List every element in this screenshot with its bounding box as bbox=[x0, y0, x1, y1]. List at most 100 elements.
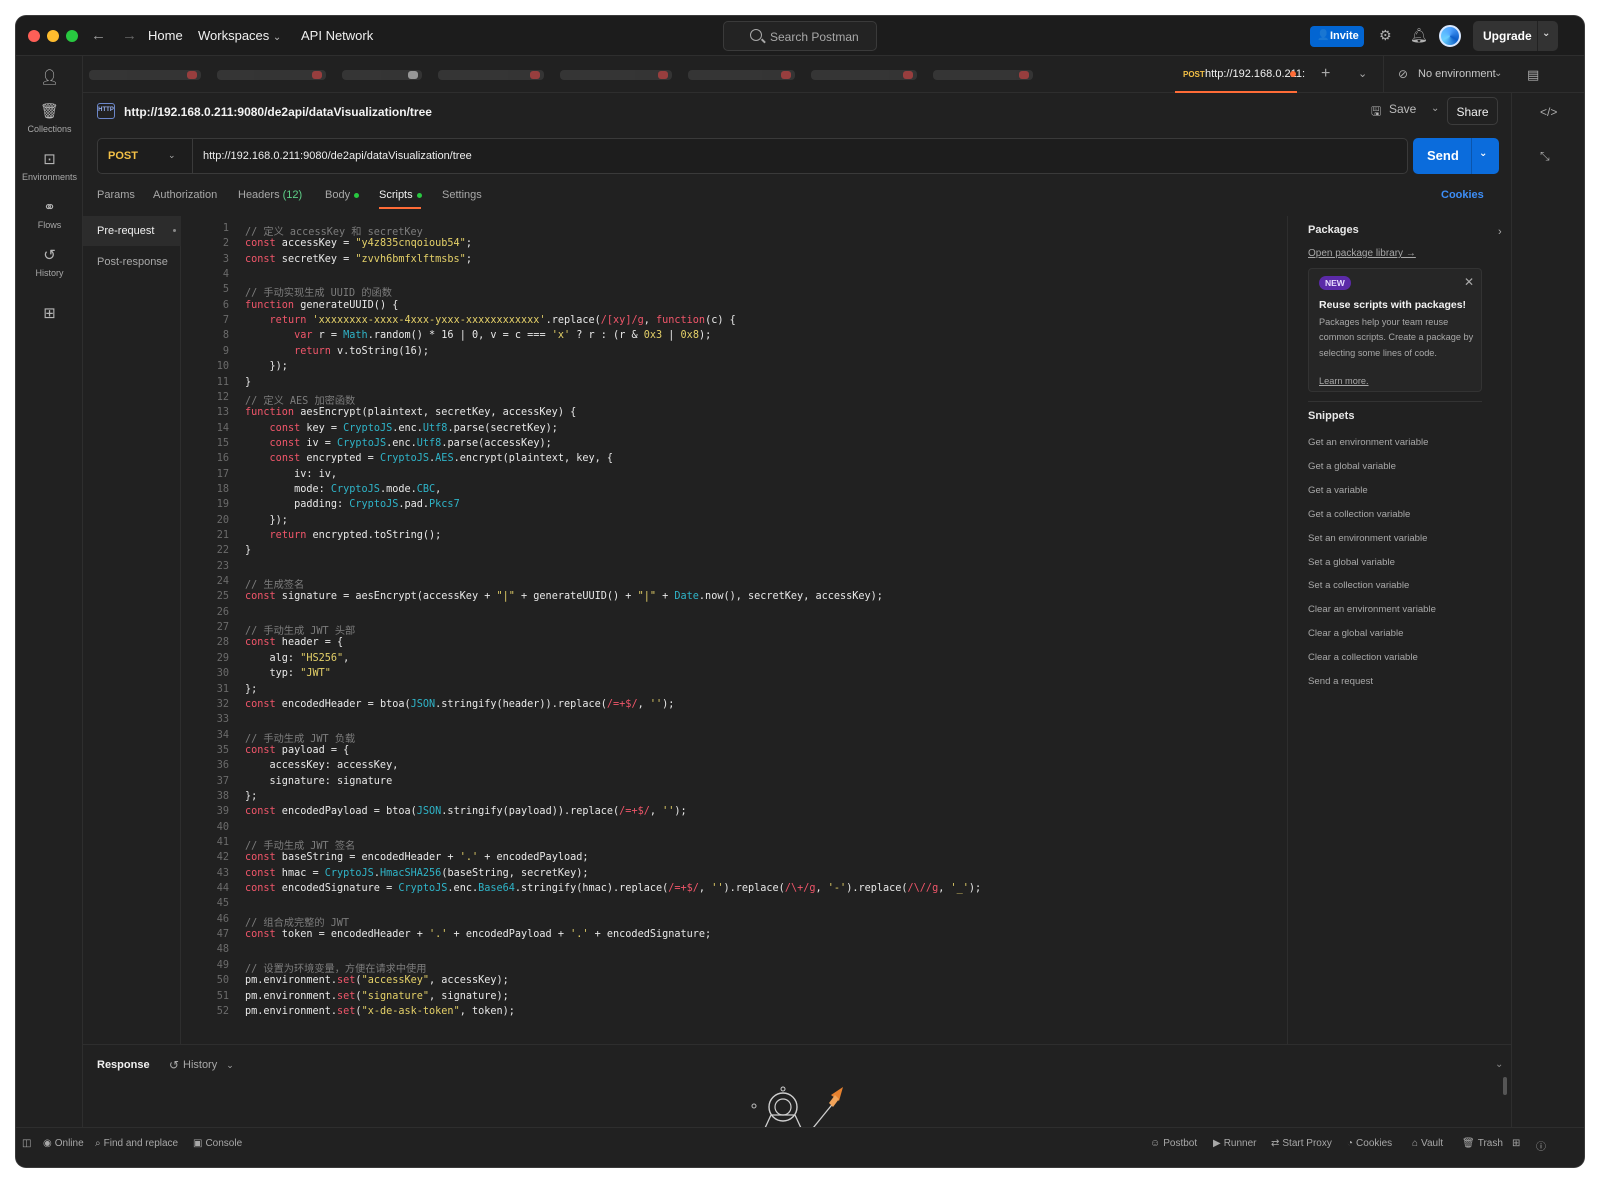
share-button[interactable]: Share bbox=[1447, 97, 1498, 125]
vault-button[interactable]: ⌂ Vault bbox=[1412, 1138, 1443, 1149]
upgrade-button[interactable]: Upgrade ⌄ bbox=[1473, 21, 1558, 51]
send-button[interactable]: Send ⌄ bbox=[1413, 138, 1499, 174]
snippet-item[interactable]: Get a collection variable bbox=[1308, 509, 1410, 520]
save-button[interactable]: 🖫 Save bbox=[1371, 102, 1416, 118]
user-avatar[interactable] bbox=[1439, 25, 1461, 47]
home-link[interactable]: Home bbox=[148, 28, 183, 43]
response-history-dropdown[interactable]: ↺ History ⌄ bbox=[169, 1058, 234, 1072]
code-token: "|" bbox=[637, 591, 656, 603]
related-collections-icon[interactable]: ⤡ bbox=[1540, 149, 1550, 164]
url-input[interactable] bbox=[203, 150, 1383, 162]
environment-selector[interactable]: ⊘ No environment ⌄ bbox=[1383, 56, 1513, 93]
forward-arrow-icon[interactable]: → bbox=[122, 27, 137, 44]
tab-obscured-marker bbox=[658, 71, 668, 79]
code-token: "zvvh6bmfxlftmsbs" bbox=[355, 253, 466, 265]
snippet-item[interactable]: Clear a collection variable bbox=[1308, 652, 1418, 663]
back-arrow-icon[interactable]: ← bbox=[91, 27, 106, 44]
request-title[interactable]: http://192.168.0.211:9080/de2api/dataVis… bbox=[124, 105, 432, 119]
toggle-sidebar-icon[interactable]: ◫ bbox=[22, 1138, 31, 1149]
runner-button[interactable]: ▶ Runner bbox=[1213, 1138, 1257, 1149]
trash-button[interactable]: 🗑︎ Trash bbox=[1462, 1138, 1503, 1149]
tab-headers[interactable]: Headers (12) bbox=[238, 189, 302, 201]
invite-button[interactable]: 👤 Invite bbox=[1310, 26, 1364, 47]
chevron-down-icon[interactable]: ⌄ bbox=[1479, 148, 1487, 159]
api-network-link[interactable]: API Network bbox=[301, 28, 373, 43]
snippet-item[interactable]: Get an environment variable bbox=[1308, 437, 1429, 448]
code-editor[interactable]: 1 // 定义 accessKey 和 secretKey 2 const acces… bbox=[181, 223, 1286, 1023]
method-select[interactable]: POST ⌄ bbox=[98, 139, 193, 173]
snippet-item[interactable]: Clear an environment variable bbox=[1308, 604, 1436, 615]
response-title[interactable]: Response bbox=[97, 1059, 150, 1071]
tab-body[interactable]: Body bbox=[325, 189, 360, 201]
help-icon[interactable]: ⓘ bbox=[1536, 1138, 1546, 1153]
sidebar-item-collections[interactable]: 🗑︎ Collections bbox=[16, 102, 83, 134]
tab-obscured[interactable] bbox=[438, 70, 544, 80]
code-snippet-icon[interactable]: </> bbox=[1540, 105, 1557, 119]
code-token: r = bbox=[312, 330, 344, 342]
open-package-library-link[interactable]: Open package library → bbox=[1308, 248, 1416, 259]
new-tab-plus-icon[interactable]: + bbox=[1321, 65, 1330, 83]
snippet-item[interactable]: Get a variable bbox=[1308, 485, 1368, 496]
line-number: 43 bbox=[216, 867, 229, 879]
tab-scripts[interactable]: Scripts bbox=[379, 189, 422, 201]
collapse-chevron-icon[interactable]: ⌄ bbox=[1495, 1059, 1503, 1070]
tab-obscured[interactable] bbox=[342, 70, 422, 80]
tab-obscured[interactable] bbox=[217, 70, 326, 80]
code-text: alg: "HS256", bbox=[245, 653, 350, 664]
close-icon[interactable]: ✕ bbox=[1464, 275, 1474, 289]
code-token: ); bbox=[968, 883, 982, 895]
tab-obscured[interactable] bbox=[811, 70, 917, 80]
snippet-item[interactable]: Send a request bbox=[1308, 676, 1373, 687]
online-check-icon: ◉ bbox=[43, 1138, 52, 1149]
layout-grid-icon[interactable]: ⊞ bbox=[1512, 1138, 1520, 1149]
snippet-item[interactable]: Set a global variable bbox=[1308, 557, 1395, 568]
cookies-button[interactable]: ◔ Cookies bbox=[1347, 1138, 1392, 1149]
snippet-item[interactable]: Get a global variable bbox=[1308, 461, 1396, 472]
sidebar-item-history[interactable]: ↺ History bbox=[16, 246, 83, 278]
sidebar-item-flows[interactable]: ⚭ Flows bbox=[16, 198, 83, 230]
tab-settings[interactable]: Settings bbox=[442, 189, 482, 201]
tab-obscured[interactable] bbox=[560, 70, 672, 80]
notifications-bell-icon[interactable]: 🔔︎ bbox=[1410, 27, 1428, 44]
tab-obscured[interactable] bbox=[933, 70, 1033, 80]
response-scrollbar[interactable] bbox=[1503, 1077, 1507, 1095]
snippet-item[interactable]: Clear a global variable bbox=[1308, 628, 1403, 639]
code-text: const encodedHeader = btoa(JSON.stringif… bbox=[245, 699, 674, 710]
tab-obscured[interactable] bbox=[89, 70, 201, 80]
tab-params[interactable]: Params bbox=[97, 189, 135, 201]
snippet-item[interactable]: Set an environment variable bbox=[1308, 533, 1427, 544]
tab-authorization[interactable]: Authorization bbox=[153, 189, 217, 201]
find-and-replace-button[interactable]: ⌕ Find and replace bbox=[95, 1138, 178, 1149]
pre-request-tab[interactable]: Pre-request bbox=[83, 216, 181, 246]
online-status[interactable]: ◉ Online bbox=[43, 1138, 84, 1149]
post-response-tab[interactable]: Post-response bbox=[83, 247, 181, 277]
collapse-panel-chevron-icon[interactable]: › bbox=[1498, 226, 1502, 238]
line-number: 16 bbox=[216, 453, 229, 465]
cookies-link[interactable]: Cookies bbox=[1441, 189, 1484, 201]
tab-active-request[interactable]: POST http://192.168.0.211: bbox=[1175, 56, 1305, 93]
chevron-down-icon[interactable]: ⌄ bbox=[1542, 28, 1550, 39]
code-token: pm.environment. bbox=[245, 1005, 338, 1017]
settings-gear-icon[interactable]: ⚙ bbox=[1379, 27, 1392, 44]
workspaces-menu[interactable]: Workspaces ⌄ bbox=[198, 28, 281, 43]
snippet-item[interactable]: Set a collection variable bbox=[1308, 580, 1409, 591]
console-button[interactable]: ▣ Console bbox=[193, 1138, 242, 1149]
close-window-button[interactable] bbox=[28, 30, 40, 42]
minimize-window-button[interactable] bbox=[47, 30, 59, 42]
sidebar-item-environments[interactable]: ⊡ Environments bbox=[16, 150, 83, 182]
environment-quick-look-icon[interactable]: ▤ bbox=[1527, 67, 1539, 83]
trash-label: Trash bbox=[1477, 1138, 1503, 1149]
tab-list-chevron-icon[interactable]: ⌄ bbox=[1358, 67, 1367, 80]
search-input[interactable]: Search Postman bbox=[723, 21, 877, 51]
save-options-chevron-icon[interactable]: ⌄ bbox=[1431, 103, 1439, 114]
maximize-window-button[interactable] bbox=[66, 30, 78, 42]
sidebar-item-add-workbench[interactable]: ⊞ bbox=[16, 304, 83, 326]
tab-obscured[interactable] bbox=[688, 70, 795, 80]
code-token: , bbox=[435, 483, 442, 495]
sidebar-item-account[interactable]: 👤︎ bbox=[16, 68, 83, 90]
postbot-button[interactable]: ☺ Postbot bbox=[1150, 1138, 1197, 1149]
start-proxy-button[interactable]: ⇄ Start Proxy bbox=[1271, 1138, 1332, 1149]
learn-more-link[interactable]: Learn more. bbox=[1319, 376, 1369, 386]
line-number: 15 bbox=[216, 437, 229, 449]
